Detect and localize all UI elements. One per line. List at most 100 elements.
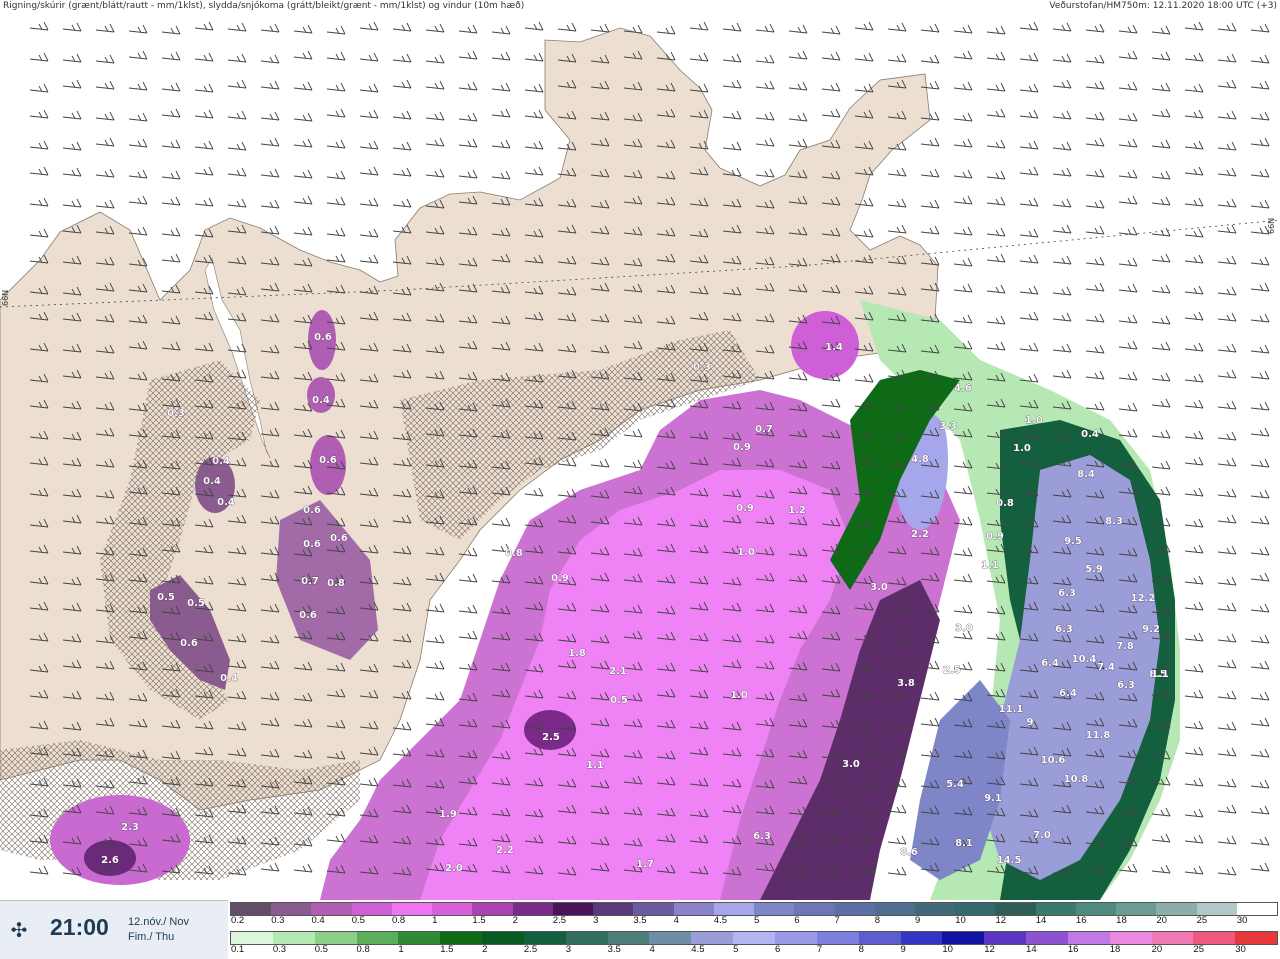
legend-rain-label: 0.5 xyxy=(314,944,328,955)
legend-rain-swatch xyxy=(1193,932,1236,944)
forecast-date: 12.nóv./ Nov xyxy=(128,916,189,928)
precip-value-label: 0.4 xyxy=(312,395,330,406)
legend-snow-label: 1 xyxy=(432,915,438,926)
legend-snow-label: 25 xyxy=(1196,915,1208,926)
precip-value-label: 4.8 xyxy=(911,454,929,465)
legend-snow-label: 0.2 xyxy=(231,915,245,926)
precip-value-label: 1.2 xyxy=(788,505,806,516)
legend-snow-label: 12 xyxy=(995,915,1007,926)
legend-rain-label: 12 xyxy=(984,944,995,955)
legend-rain-label: 0.1 xyxy=(231,944,245,955)
legend-rain-label: 3 xyxy=(565,944,572,955)
legend-rain-label: 8 xyxy=(858,944,864,955)
legend-rain-swatch xyxy=(774,932,817,944)
precip-value-label: 9.1 xyxy=(984,793,1002,804)
legend-snow-label: 0.3 xyxy=(271,915,285,926)
legend-rain-label: 10 xyxy=(942,944,953,955)
legend-snow-label: 3 xyxy=(593,915,599,926)
precip-value-label: 7.8 xyxy=(1116,641,1134,652)
precip-value-label: 1.1 xyxy=(586,760,604,771)
precip-value-label: 6.3 xyxy=(753,831,771,842)
precip-value-label: 12.2 xyxy=(1131,593,1156,604)
legend-rain-swatch xyxy=(356,932,399,944)
legend-rain-label: 3.5 xyxy=(607,944,621,955)
precip-value-label: 10.8 xyxy=(1064,774,1089,785)
precip-value-label: 9.2 xyxy=(1142,624,1160,635)
legend-snow-label: 14 xyxy=(1035,915,1047,926)
precip-value-label: 2.5 xyxy=(542,732,560,743)
legend-snow-label: 9 xyxy=(914,915,921,926)
precip-value-label: 11.1 xyxy=(999,704,1024,715)
legend-snow-swatch xyxy=(1075,903,1117,915)
legend-snow-swatch xyxy=(914,903,956,915)
legend-rain-swatch xyxy=(816,932,859,944)
precip-value-label: 0.4 xyxy=(217,497,235,508)
precip-value-label: 0.7 xyxy=(755,424,773,435)
precip-value-label: 10.4 xyxy=(1072,654,1097,665)
legend-snow-swatch xyxy=(472,903,513,915)
legend-rain-swatch xyxy=(231,932,273,944)
precip-value-label: 3.0 xyxy=(842,759,860,770)
legend-snow-label: 0.4 xyxy=(311,915,325,926)
map-title: Rigning/skúrir (grænt/blátt/rautt - mm/1… xyxy=(3,1,525,11)
legend-rain-label: 4.5 xyxy=(691,944,705,955)
precip-value-label: 0.4 xyxy=(1081,429,1099,440)
legend-rain-swatch xyxy=(900,932,943,944)
precip-value-label: 2.3 xyxy=(121,822,139,833)
legend-rain-label: 14 xyxy=(1026,944,1037,955)
precip-value-label: 0.9 xyxy=(986,531,1004,542)
legend-snow-swatch xyxy=(391,903,433,915)
legend-rain-label: 25 xyxy=(1193,944,1204,955)
legend-rain-swatch xyxy=(1109,932,1152,944)
legend-snow-label: 16 xyxy=(1075,915,1087,926)
legend-rain-swatch xyxy=(272,932,315,944)
legend-snow-label: 2.5 xyxy=(552,915,567,926)
legend-snow-swatch xyxy=(874,903,915,915)
precip-value-label: 0.5 xyxy=(157,592,175,603)
legend-snow-label: 2 xyxy=(512,915,518,926)
legend-rain-label: 6 xyxy=(774,944,781,955)
precip-value-label: 0.6 xyxy=(330,533,348,544)
legend-rain-label: 30 xyxy=(1235,944,1246,955)
legend-snow-swatch xyxy=(1196,903,1237,915)
latitude-label-left: 66N xyxy=(1,290,10,306)
legend-rain-label: 1.5 xyxy=(440,944,454,955)
legend-rain-label: 4 xyxy=(649,944,655,955)
legend-rain-swatch xyxy=(607,932,650,944)
legend-snow-label: 1.5 xyxy=(472,915,486,926)
legend-snow-label: 6 xyxy=(794,915,800,926)
legend-rain-swatch xyxy=(1151,932,1194,944)
legend-snow-swatch xyxy=(593,903,634,915)
legend-snow-swatch xyxy=(1035,903,1076,915)
wind-arrows-icon[interactable]: ✣ xyxy=(8,919,30,941)
legend-snow-label: 8 xyxy=(874,915,881,926)
precip-value-label: 8.1 xyxy=(955,838,973,849)
legend: 0.2 0.3 0.4 0.5 0.8 1 1.5 2 2.5 3 3.5 4 4.5 5 6 7 8 9 10 12… xyxy=(228,900,1280,958)
legend-rain-label: 2 xyxy=(482,944,488,955)
legend-snow-label: 7 xyxy=(834,915,840,926)
precip-value-label: 2.2 xyxy=(911,529,929,540)
legend-snow-swatch xyxy=(754,903,795,915)
precip-value-label: 0.8 xyxy=(505,548,523,559)
model-run-info: Veðurstofan/HM750m: 12.11.2020 18:00 UTC… xyxy=(1049,1,1277,11)
precip-value-label: 1.1 xyxy=(1151,669,1169,680)
legend-snow-swatch xyxy=(834,903,875,915)
legend-snow-label: 0.5 xyxy=(351,915,365,926)
precip-value-label: 1.0 xyxy=(737,547,755,558)
legend-rain-swatch xyxy=(482,932,524,944)
precip-value-label: 9.5 xyxy=(1064,536,1082,547)
precip-value-label: 2.0 xyxy=(445,863,463,874)
weather-map[interactable]: 66N 66N 0.6 0.4 0.6 0.6 0.6 0.6 0.7 0.8 0.6 0.4 0.… xyxy=(0,12,1280,900)
precip-value-label: 0.6 xyxy=(303,539,321,550)
legend-rain-swatch xyxy=(733,932,775,944)
precip-value-label: 9 xyxy=(1027,717,1034,728)
legend-snow-swatch xyxy=(231,903,272,915)
precip-value-label: 6.3 xyxy=(1055,624,1073,635)
legend-rain-label: 1 xyxy=(398,944,404,955)
latitude-label-right: 66N xyxy=(1267,218,1276,234)
header-bar: Rigning/skúrir (grænt/blátt/rautt - mm/1… xyxy=(0,0,1280,12)
precip-value-label: 0.3 xyxy=(167,408,185,419)
precip-value-label: 10.6 xyxy=(1041,755,1066,766)
legend-rain-label: 0.3 xyxy=(272,944,287,955)
precip-value-label: 1.7 xyxy=(636,859,654,870)
